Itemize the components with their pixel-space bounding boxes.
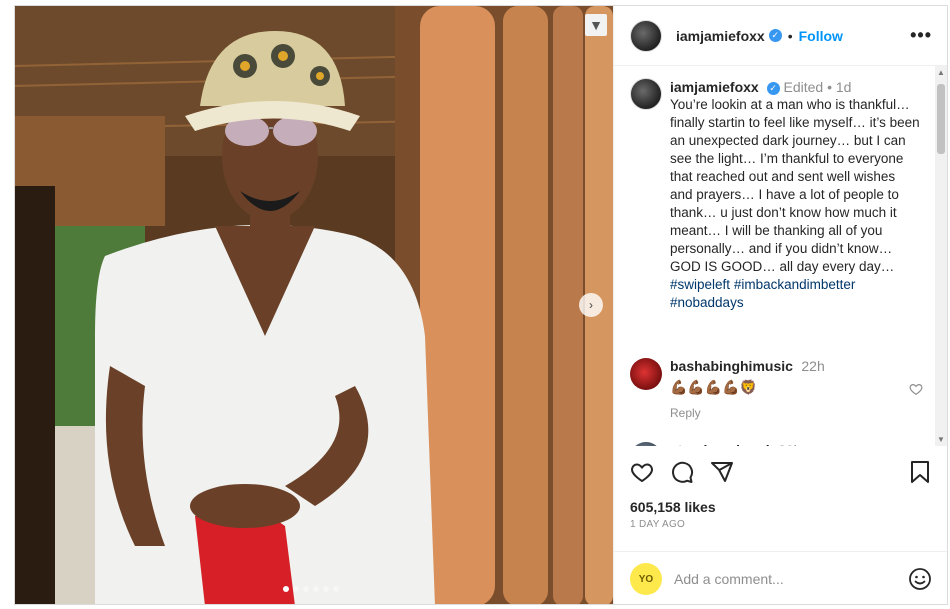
post-dialog: ▼ › iamjamiefoxx ✓ • Follow ••• iamjamie… (14, 5, 948, 605)
caption-text: You’re lookin at a man who is thankful… … (670, 96, 920, 312)
comment-item: bashabinghimusic 22h 💪🏾💪🏾💪🏾💪🏾🦁 Reply (614, 358, 841, 420)
comment-item: strachancheryl 20h (614, 442, 817, 446)
scroll-thumb[interactable] (937, 84, 945, 154)
comment-bubble-icon[interactable] (668, 458, 696, 486)
add-comment-input[interactable] (674, 571, 884, 587)
edited-label: Edited (783, 79, 824, 95)
comment-body: strachancheryl 20h (670, 442, 801, 446)
comment-time[interactable]: 22h (801, 358, 824, 374)
commenter-avatar[interactable] (630, 442, 662, 446)
reply-button[interactable]: Reply (670, 406, 825, 420)
comment-composer: YO (614, 551, 947, 604)
caption-avatar[interactable] (630, 78, 662, 110)
sticker-badge-icon[interactable]: YO (630, 563, 662, 595)
comment-body: bashabinghimusic 22h 💪🏾💪🏾💪🏾💪🏾🦁 Reply (670, 358, 825, 420)
photo-illustration (15, 6, 613, 604)
chevron-right-icon[interactable]: › (579, 293, 603, 317)
header-separator: • (787, 27, 793, 44)
commenter-username[interactable]: strachancheryl (670, 442, 770, 446)
likes-count[interactable]: 605,158 likes (630, 499, 716, 515)
author-username[interactable]: iamjamiefoxx (676, 28, 765, 44)
heart-icon[interactable] (628, 458, 656, 486)
hashtag-link[interactable]: #swipeleft (670, 277, 730, 292)
comment-text: 💪🏾💪🏾💪🏾💪🏾🦁 (670, 379, 758, 395)
caption-separator: • (827, 79, 832, 95)
post-date[interactable]: 1 DAY AGO (630, 519, 685, 530)
carousel-dot (293, 586, 299, 592)
comment-time[interactable]: 20h (778, 442, 801, 446)
post-header: iamjamiefoxx ✓ • Follow ••• (614, 6, 947, 66)
more-options-icon[interactable]: ••• (910, 25, 932, 46)
caption-header: iamjamiefoxx ✓ Edited • 1d (670, 78, 920, 96)
caption-body: iamjamiefoxx ✓ Edited • 1d You’re lookin… (670, 78, 920, 312)
follow-button[interactable]: Follow (799, 28, 843, 44)
post-caption: iamjamiefoxx ✓ Edited • 1d You’re lookin… (614, 66, 947, 312)
comments-scrollbar[interactable]: ▲ ▼ (935, 66, 947, 446)
caption-time[interactable]: 1d (836, 79, 852, 95)
carousel-dot (323, 586, 329, 592)
verified-badge-icon: ✓ (766, 81, 780, 95)
author-avatar[interactable] (630, 19, 662, 52)
smiley-icon[interactable] (908, 567, 932, 591)
commenter-username[interactable]: bashabinghimusic (670, 358, 793, 374)
carousel-indicator (283, 586, 339, 592)
hashtag-link[interactable]: #nobaddays (670, 295, 744, 310)
post-actions (628, 458, 934, 486)
comments-list[interactable]: iamjamiefoxx ✓ Edited • 1d You’re lookin… (614, 66, 947, 446)
scroll-down-arrow-icon[interactable]: ▼ (937, 435, 945, 444)
caption-username[interactable]: iamjamiefoxx (670, 79, 759, 95)
bookmark-icon[interactable] (906, 458, 934, 486)
carousel-dot (313, 586, 319, 592)
caption-body-text: You’re lookin at a man who is thankful… … (670, 97, 920, 274)
commenter-avatar[interactable] (630, 358, 662, 390)
scroll-up-arrow-icon[interactable]: ▲ (937, 68, 945, 77)
download-arrow-icon[interactable]: ▼ (585, 14, 607, 36)
carousel-dot (283, 586, 289, 592)
post-side-panel: iamjamiefoxx ✓ • Follow ••• iamjamiefoxx… (613, 6, 947, 604)
comment-like-heart-icon[interactable] (909, 382, 923, 396)
post-photo[interactable]: ▼ › (15, 6, 613, 604)
hashtag-link[interactable]: #imbackandimbetter (734, 277, 856, 292)
carousel-dot (303, 586, 309, 592)
carousel-dot (333, 586, 339, 592)
verified-badge-icon: ✓ (768, 29, 782, 42)
paper-plane-icon[interactable] (708, 458, 736, 486)
